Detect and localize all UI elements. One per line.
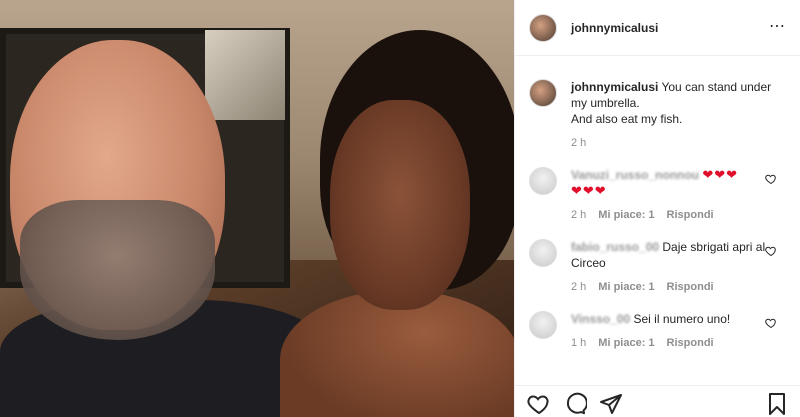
comment-likes[interactable]: Mi piace: 1 bbox=[598, 209, 654, 221]
comment-text: Vinsso_00 Sei il numero uno! bbox=[571, 311, 787, 327]
photo-frame-art bbox=[205, 30, 285, 120]
comment-body: Sei il numero uno! bbox=[633, 312, 731, 326]
reply-button[interactable]: Rispondi bbox=[667, 337, 714, 349]
comment-item: Vinsso_00 Sei il numero uno! 1 h Mi piac… bbox=[529, 311, 787, 349]
caption-username[interactable]: johnnymicalusi bbox=[571, 80, 658, 94]
comment-likes[interactable]: Mi piace: 1 bbox=[598, 337, 654, 349]
comment-item: fabio_russo_00 Daje sbrigati apri al Cir… bbox=[529, 239, 787, 293]
post-photo[interactable] bbox=[0, 0, 514, 417]
caption-line2: And also eat my fish. bbox=[571, 112, 683, 126]
comment-avatar[interactable] bbox=[529, 311, 557, 339]
comment-meta: 2 h Mi piace: 1 Rispondi bbox=[571, 281, 787, 293]
comment-time[interactable]: 2 h bbox=[571, 209, 586, 221]
comment-username[interactable]: Vanuzi_russo_nonnou bbox=[571, 168, 699, 182]
bookmark-icon[interactable] bbox=[765, 392, 789, 416]
reply-button[interactable]: Rispondi bbox=[667, 209, 714, 221]
comment-item: Vanuzi_russo_nonnou ❤❤❤ ❤❤❤ 2 h Mi piace… bbox=[529, 167, 787, 221]
comment-username[interactable]: fabio_russo_00 bbox=[571, 240, 659, 254]
heart-icon[interactable] bbox=[765, 317, 777, 329]
photo-woman-face bbox=[330, 100, 470, 310]
photo-man-beard bbox=[20, 200, 215, 340]
post-actions-bar bbox=[515, 385, 800, 417]
caption-text: johnnymicalusi You can stand under my um… bbox=[571, 79, 787, 127]
caption-time[interactable]: 2 h bbox=[571, 137, 586, 149]
post-header: johnnymicalusi ⋯ bbox=[515, 0, 800, 56]
comment-meta: 1 h Mi piace: 1 Rispondi bbox=[571, 337, 787, 349]
heart-icon[interactable] bbox=[765, 173, 777, 185]
author-username[interactable]: johnnymicalusi bbox=[571, 21, 658, 35]
comment-hearts-2: ❤❤❤ bbox=[571, 183, 607, 198]
comment-time[interactable]: 2 h bbox=[571, 281, 586, 293]
heart-icon[interactable] bbox=[527, 392, 551, 416]
comment-likes[interactable]: Mi piace: 1 bbox=[598, 281, 654, 293]
comment-avatar[interactable] bbox=[529, 239, 557, 267]
share-icon[interactable] bbox=[599, 392, 623, 416]
author-avatar[interactable] bbox=[529, 13, 557, 42]
comment-text: Vanuzi_russo_nonnou ❤❤❤ ❤❤❤ bbox=[571, 167, 787, 199]
comment-text: fabio_russo_00 Daje sbrigati apri al Cir… bbox=[571, 239, 787, 271]
post-side-panel: johnnymicalusi ⋯ johnnymicalusi You can … bbox=[514, 0, 800, 417]
caption-meta: 2 h bbox=[571, 137, 787, 149]
comment-time[interactable]: 1 h bbox=[571, 337, 586, 349]
caption-avatar[interactable] bbox=[529, 79, 557, 107]
comment-username[interactable]: Vinsso_00 bbox=[571, 312, 630, 326]
comment-avatar[interactable] bbox=[529, 167, 557, 195]
comment-icon[interactable] bbox=[563, 392, 587, 416]
comments-list: johnnymicalusi You can stand under my um… bbox=[515, 57, 800, 387]
heart-icon[interactable] bbox=[765, 245, 777, 257]
caption: johnnymicalusi You can stand under my um… bbox=[529, 79, 787, 149]
comment-meta: 2 h Mi piace: 1 Rispondi bbox=[571, 209, 787, 221]
reply-button[interactable]: Rispondi bbox=[667, 281, 714, 293]
more-options-icon[interactable]: ⋯ bbox=[769, 19, 786, 35]
comment-hearts: ❤❤❤ bbox=[702, 167, 739, 182]
